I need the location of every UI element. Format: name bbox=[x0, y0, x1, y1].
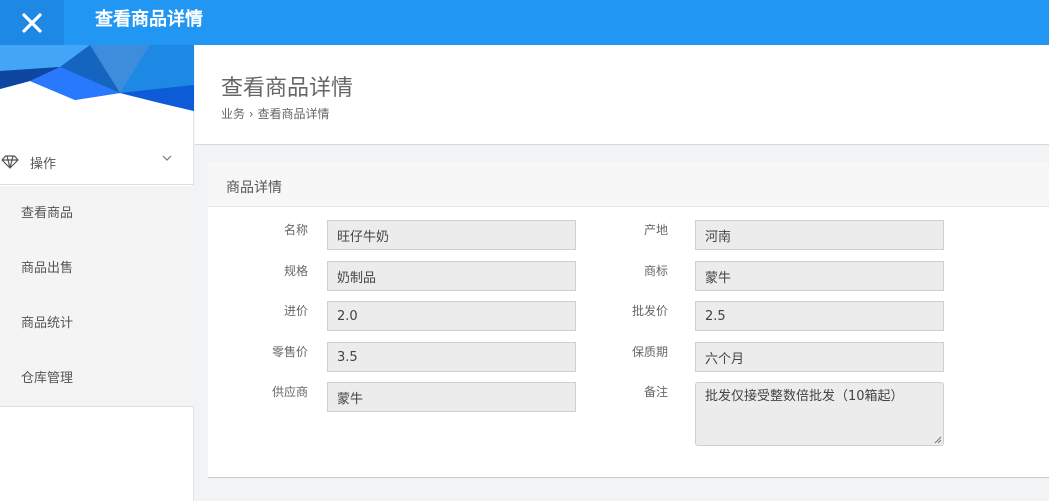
spec-label: 规格 bbox=[283, 264, 308, 278]
resize-handle-icon[interactable] bbox=[934, 436, 942, 444]
brand-field[interactable] bbox=[695, 261, 944, 291]
breadcrumb-parent[interactable]: 业务 bbox=[221, 107, 245, 121]
supplier-field[interactable] bbox=[327, 382, 576, 412]
purchase-price-field[interactable] bbox=[327, 301, 576, 331]
app-title: 查看商品详情 bbox=[95, 9, 203, 30]
sidebar: 操作 查看商品 商品出售 商品统计 仓库管理 bbox=[0, 45, 194, 501]
brand-label: 商标 bbox=[643, 264, 668, 278]
shelf-life-label: 保质期 bbox=[631, 345, 668, 359]
wholesale-price-field[interactable] bbox=[695, 301, 944, 331]
goods-detail-card: 商品详情 名称 规格 进价 零售价 供应商 产地 商标 批发价 保质期 备注 批… bbox=[208, 162, 1049, 478]
top-bar: 查看商品详情 bbox=[0, 0, 1049, 45]
breadcrumb: 业务 › 查看商品详情 bbox=[221, 105, 330, 122]
close-icon bbox=[22, 12, 42, 33]
submenu: 查看商品 商品出售 商品统计 仓库管理 bbox=[0, 186, 194, 407]
card-header: 商品详情 bbox=[208, 162, 1049, 207]
remark-text: 批发仅接受整数倍批发（10箱起） bbox=[705, 389, 904, 404]
card-title: 商品详情 bbox=[226, 180, 282, 196]
sidebar-item-sell-goods[interactable]: 商品出售 bbox=[0, 241, 194, 296]
retail-price-field[interactable] bbox=[327, 342, 576, 372]
page-header: 查看商品详情 业务 › 查看商品详情 bbox=[195, 45, 1049, 145]
spec-field[interactable] bbox=[327, 261, 576, 291]
close-button[interactable] bbox=[0, 0, 64, 45]
retail-price-label: 零售价 bbox=[271, 345, 308, 359]
page-title: 查看商品详情 bbox=[221, 76, 354, 101]
origin-field[interactable] bbox=[695, 220, 944, 250]
remark-textarea[interactable]: 批发仅接受整数倍批发（10箱起） bbox=[695, 382, 944, 446]
shelf-life-field[interactable] bbox=[695, 342, 944, 372]
sidebar-item-goods-stats[interactable]: 商品统计 bbox=[0, 296, 194, 351]
remark-label: 备注 bbox=[643, 385, 668, 399]
name-label: 名称 bbox=[283, 223, 308, 237]
menu-group-label: 操作 bbox=[30, 157, 57, 172]
diamond-icon bbox=[1, 155, 19, 169]
sidebar-banner bbox=[0, 45, 194, 111]
purchase-price-label: 进价 bbox=[283, 304, 308, 318]
wholesale-price-label: 批发价 bbox=[631, 304, 668, 318]
supplier-label: 供应商 bbox=[271, 385, 308, 399]
breadcrumb-current: 查看商品详情 bbox=[257, 107, 330, 121]
sidebar-item-view-goods[interactable]: 查看商品 bbox=[0, 186, 194, 241]
breadcrumb-separator: › bbox=[248, 107, 254, 121]
chevron-down-icon bbox=[162, 155, 172, 161]
sidebar-item-warehouse[interactable]: 仓库管理 bbox=[0, 351, 194, 406]
origin-label: 产地 bbox=[643, 223, 668, 237]
menu-group-operations[interactable]: 操作 bbox=[0, 139, 194, 185]
name-field[interactable] bbox=[327, 220, 576, 250]
